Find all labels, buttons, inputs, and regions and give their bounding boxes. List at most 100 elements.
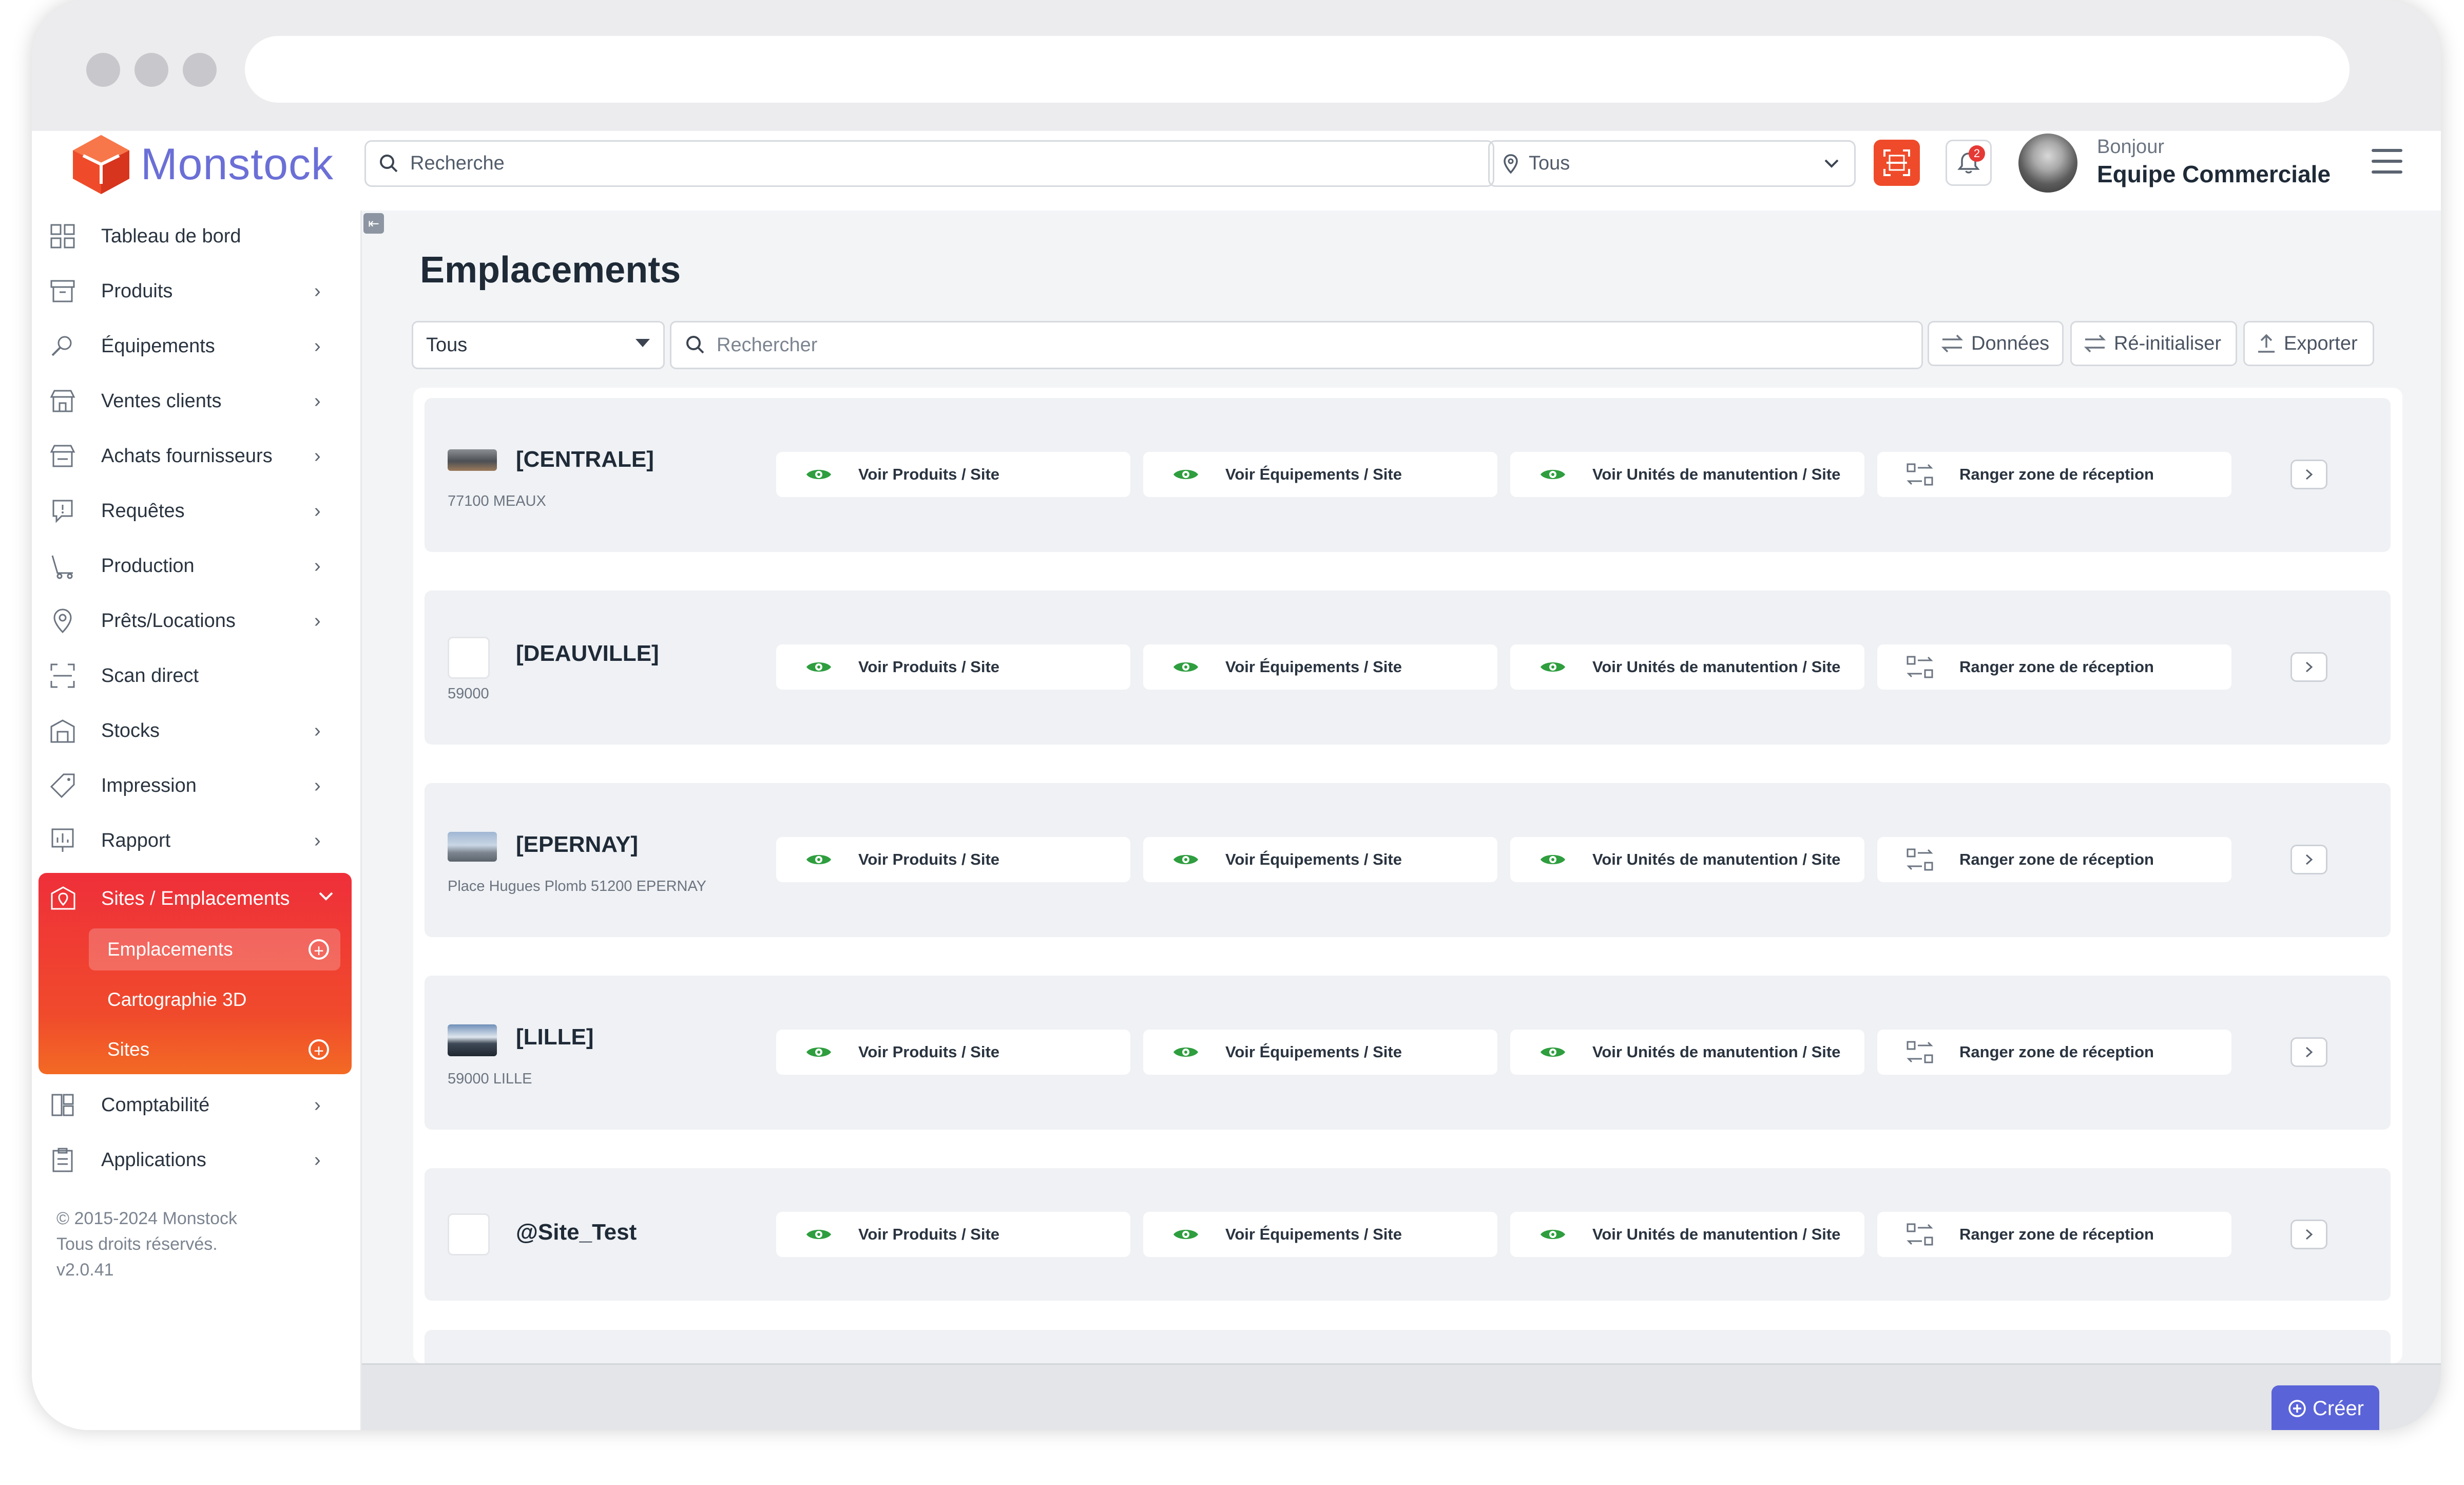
view-handling-units-button[interactable]: Voir Unités de manutention / Site — [1510, 644, 1864, 690]
sidebar-item-impression[interactable]: Impression › — [32, 760, 360, 811]
site-card[interactable]: [LILLE] 59000 LILLE Voir Produits / Site… — [425, 976, 2391, 1130]
open-site-button[interactable] — [2290, 1220, 2327, 1249]
sidebar-item-stocks[interactable]: Stocks › — [32, 705, 360, 756]
add-circle-icon[interactable]: + — [309, 1039, 329, 1061]
site-thumbnail — [448, 449, 497, 471]
sidebar-item-ventes-clients[interactable]: Ventes clients › — [32, 375, 360, 427]
add-circle-icon[interactable]: + — [309, 939, 329, 961]
request-icon — [48, 497, 77, 525]
sidebar-item-produits[interactable]: Produits › — [32, 265, 360, 317]
sidebar-item-comptabilite[interactable]: Comptabilité › — [32, 1079, 360, 1131]
view-equipments-button[interactable]: Voir Équipements / Site — [1143, 644, 1497, 690]
sidebar-subitem-emplacements[interactable]: Emplacements + — [89, 928, 340, 970]
sidebar-item-label: Production — [101, 555, 195, 577]
window-close-dot[interactable] — [86, 53, 120, 87]
subitem-label: Cartographie 3D — [107, 989, 247, 1010]
site-selector[interactable]: Tous — [1488, 140, 1856, 187]
list-search-placeholder: Rechercher — [717, 334, 818, 356]
sidebar: Tableau de bord Produits › Équipements ›… — [32, 211, 362, 1430]
site-thumbnail — [448, 832, 497, 862]
sidebar-item-rapport[interactable]: Rapport › — [32, 815, 360, 866]
reset-button[interactable]: Ré-initialiser — [2070, 321, 2237, 366]
filter-select[interactable]: Tous — [412, 321, 665, 369]
sidebar-item-equipements[interactable]: Équipements › — [32, 320, 360, 372]
open-site-button[interactable] — [2290, 652, 2327, 682]
site-address: 59000 — [448, 686, 489, 702]
open-site-button[interactable] — [2290, 845, 2327, 874]
qr-scan-button[interactable] — [1874, 140, 1920, 186]
user-greeting[interactable]: Bonjour Equipe Commerciale — [2097, 136, 2331, 188]
user-name: Equipe Commerciale — [2097, 161, 2331, 187]
receive-area-button[interactable]: Ranger zone de réception — [1877, 644, 2231, 690]
global-search-input[interactable]: Recherche — [364, 140, 1494, 187]
notifications-button[interactable]: 2 — [1946, 140, 1992, 186]
user-avatar[interactable] — [2018, 134, 2077, 193]
view-equipments-button[interactable]: Voir Équipements / Site — [1143, 1212, 1497, 1257]
create-button[interactable]: Créer — [2272, 1385, 2379, 1430]
sidebar-item-achats-fournisseurs[interactable]: Achats fournisseurs › — [32, 430, 360, 482]
sidebar-item-production[interactable]: Production › — [32, 540, 360, 592]
sidebar-subitem-sites[interactable]: Sites + — [89, 1029, 340, 1071]
view-handling-units-button[interactable]: Voir Unités de manutention / Site — [1510, 1030, 1864, 1075]
site-card[interactable]: [DEAUVILLE] 59000 Voir Produits / Site V… — [425, 591, 2391, 745]
eye-icon — [1171, 460, 1200, 489]
sidebar-item-applications[interactable]: Applications › — [32, 1134, 360, 1186]
sidebar-item-sites-emplacements[interactable]: Sites / Emplacements — [38, 873, 352, 924]
site-card[interactable]: [EPERNAY] Place Hugues Plomb 51200 EPERN… — [425, 783, 2391, 937]
action-label: Ranger zone de réception — [1959, 658, 2154, 676]
site-card[interactable]: @Site_Test Voir Produits / Site Voir Équ… — [425, 1168, 2391, 1301]
tag-icon — [48, 771, 77, 800]
search-icon — [380, 154, 398, 172]
view-handling-units-button[interactable]: Voir Unités de manutention / Site — [1510, 837, 1864, 882]
caret-down-icon — [636, 339, 650, 347]
open-site-button[interactable] — [2290, 1037, 2327, 1067]
receive-area-button[interactable]: Ranger zone de réception — [1877, 452, 2231, 497]
data-button[interactable]: Données — [1928, 321, 2064, 366]
sidebar-group-sites-emplacements: Sites / Emplacements Emplacements + Cart… — [38, 873, 352, 1074]
receive-area-button[interactable]: Ranger zone de réception — [1877, 837, 2231, 882]
view-equipments-button[interactable]: Voir Équipements / Site — [1143, 837, 1497, 882]
view-handling-units-button[interactable]: Voir Unités de manutention / Site — [1510, 1212, 1864, 1257]
view-equipments-button[interactable]: Voir Équipements / Site — [1143, 1030, 1497, 1075]
chevron-right-icon: › — [314, 774, 321, 796]
sidebar-item-requetes[interactable]: Requêtes › — [32, 485, 360, 537]
sidebar-item-label: Stocks — [101, 719, 160, 741]
view-products-button[interactable]: Voir Produits / Site — [776, 644, 1130, 690]
view-handling-units-button[interactable]: Voir Unités de manutention / Site — [1510, 452, 1864, 497]
view-products-button[interactable]: Voir Produits / Site — [776, 1030, 1130, 1075]
list-search-input[interactable]: Rechercher — [670, 321, 1923, 369]
applications-icon — [48, 1146, 77, 1174]
view-products-button[interactable]: Voir Produits / Site — [776, 1212, 1130, 1257]
action-label: Voir Unités de manutention / Site — [1592, 465, 1841, 483]
logo[interactable]: Monstock — [68, 131, 334, 198]
sidebar-item-prets-locations[interactable]: Prêts/Locations › — [32, 595, 360, 646]
site-card[interactable]: [CENTRALE] 77100 MEAUX Voir Produits / S… — [425, 398, 2391, 552]
chevron-right-icon: › — [314, 335, 321, 357]
collapse-sidebar-button[interactable]: ⇤ — [363, 213, 384, 234]
window-minimize-dot[interactable] — [134, 53, 168, 87]
export-button[interactable]: Exporter — [2243, 321, 2374, 366]
receive-area-button[interactable]: Ranger zone de réception — [1877, 1030, 2231, 1075]
sidebar-item-scan-direct[interactable]: Scan direct — [32, 650, 360, 701]
view-products-button[interactable]: Voir Produits / Site — [776, 452, 1130, 497]
action-label: Ranger zone de réception — [1959, 465, 2154, 483]
chevron-right-icon: › — [314, 280, 321, 302]
transfer-icon — [1905, 460, 1934, 489]
open-site-button[interactable] — [2290, 460, 2327, 489]
action-label: Voir Équipements / Site — [1225, 465, 1402, 483]
address-bar[interactable] — [245, 36, 2350, 103]
eye-icon — [1171, 845, 1200, 874]
action-label: Ranger zone de réception — [1959, 850, 2154, 868]
site-name: [CENTRALE] — [516, 447, 654, 472]
site-card[interactable] — [425, 1330, 2391, 1363]
menu-icon[interactable] — [2372, 149, 2402, 175]
window-maximize-dot[interactable] — [183, 53, 217, 87]
sidebar-item-tableau-de-bord[interactable]: Tableau de bord — [32, 211, 360, 262]
view-equipments-button[interactable]: Voir Équipements / Site — [1143, 452, 1497, 497]
sidebar-item-label: Tableau de bord — [101, 225, 241, 247]
view-products-button[interactable]: Voir Produits / Site — [776, 837, 1130, 882]
receive-area-button[interactable]: Ranger zone de réception — [1877, 1212, 2231, 1257]
eye-icon — [1538, 1038, 1567, 1067]
site-address: Place Hugues Plomb 51200 EPERNAY — [448, 878, 707, 894]
sidebar-subitem-cartographie-3d[interactable]: Cartographie 3D — [89, 979, 340, 1021]
